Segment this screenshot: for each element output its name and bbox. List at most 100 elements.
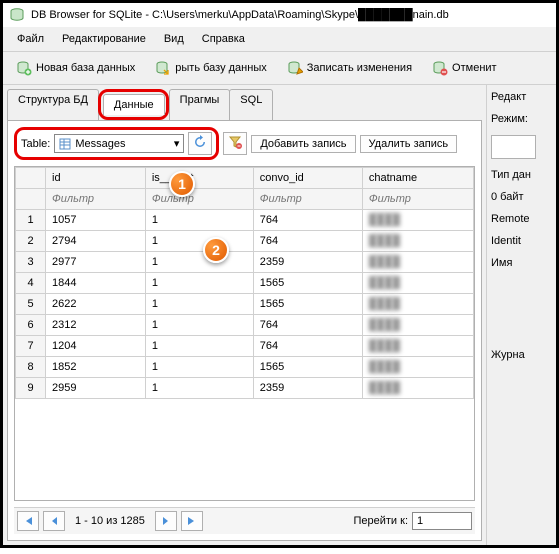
menu-edit[interactable]: Редактирование [54, 31, 154, 47]
refresh-button[interactable] [188, 132, 212, 155]
titlebar: DB Browser for SQLite - C:\Users\merku\A… [3, 3, 556, 27]
cell-id[interactable]: 1844 [46, 273, 146, 294]
nav-last-button[interactable] [181, 511, 203, 531]
col-header-convo[interactable]: convo_id [253, 168, 362, 189]
delete-record-button[interactable]: Удалить запись [360, 135, 458, 153]
tab-pragmas[interactable]: Прагмы [169, 89, 231, 120]
cell-chatname[interactable]: ████ [362, 210, 473, 231]
write-changes-button[interactable]: Записать изменения [280, 56, 419, 80]
add-record-button[interactable]: Добавить запись [251, 135, 355, 153]
right-remote-label: Remote [491, 213, 552, 225]
data-grid: id is___ent convo_id chatname [14, 166, 475, 501]
right-name-label: Имя [491, 257, 552, 269]
cell-convo[interactable]: 1565 [253, 357, 362, 378]
filter-input-id[interactable] [52, 193, 139, 205]
corner-header [16, 168, 46, 189]
cell-id[interactable]: 2622 [46, 294, 146, 315]
cell-chatname[interactable]: ████ [362, 231, 473, 252]
new-database-button[interactable]: Новая база данных [9, 56, 142, 80]
right-edit-box[interactable] [491, 135, 536, 159]
open-database-button[interactable]: рыть базу данных [148, 56, 273, 80]
row-number: 7 [16, 336, 46, 357]
table-row[interactable]: 4184411565████ [16, 273, 474, 294]
cell-convo[interactable]: 2359 [253, 378, 362, 399]
nav-prev-button[interactable] [43, 511, 65, 531]
row-number: 3 [16, 252, 46, 273]
cell-chatname[interactable]: ████ [362, 273, 473, 294]
row-number: 5 [16, 294, 46, 315]
next-icon [161, 516, 171, 526]
menu-file[interactable]: Файл [9, 31, 52, 47]
menu-view[interactable]: Вид [156, 31, 192, 47]
revert-changes-button[interactable]: Отменит [425, 56, 504, 80]
cell-chatname[interactable]: ████ [362, 357, 473, 378]
cell-is[interactable]: 1 [145, 336, 253, 357]
row-number: 4 [16, 273, 46, 294]
col-header-chatname[interactable]: chatname [362, 168, 473, 189]
tabs: Структура БД Данные Прагмы SQL [7, 89, 482, 120]
table-row[interactable]: 110571764████ [16, 210, 474, 231]
clear-filters-button[interactable] [223, 132, 247, 155]
filter-input-is[interactable] [152, 193, 247, 205]
cell-id[interactable]: 1204 [46, 336, 146, 357]
right-size-label: 0 байт [491, 191, 552, 203]
filter-input-convo[interactable] [260, 193, 356, 205]
cell-chatname[interactable]: ████ [362, 315, 473, 336]
cell-is[interactable]: 1 [145, 315, 253, 336]
prev-icon [49, 516, 59, 526]
table-row[interactable]: 5262211565████ [16, 294, 474, 315]
last-icon [186, 515, 198, 527]
cell-is[interactable]: 1 [145, 231, 253, 252]
filter-clear-icon [228, 135, 242, 149]
cell-is[interactable]: 1 [145, 378, 253, 399]
app-icon [9, 7, 25, 23]
cell-convo[interactable]: 764 [253, 315, 362, 336]
table-row[interactable]: 8185211565████ [16, 357, 474, 378]
col-header-id[interactable]: id [46, 168, 146, 189]
cell-id[interactable]: 2312 [46, 315, 146, 336]
table-select[interactable]: Messages ▾ [54, 134, 184, 153]
cell-convo[interactable]: 764 [253, 231, 362, 252]
nav-range: 1 - 10 из 1285 [69, 515, 151, 527]
cell-id[interactable]: 1852 [46, 357, 146, 378]
cell-chatname[interactable]: ████ [362, 294, 473, 315]
cell-chatname[interactable]: ████ [362, 252, 473, 273]
cell-is[interactable]: 1 [145, 294, 253, 315]
table-row[interactable]: 227941764████ [16, 231, 474, 252]
cell-chatname[interactable]: ████ [362, 378, 473, 399]
cell-is[interactable]: 1 [145, 273, 253, 294]
cell-is[interactable]: 1 [145, 210, 253, 231]
first-icon [22, 515, 34, 527]
cell-convo[interactable]: 1565 [253, 273, 362, 294]
table-row[interactable]: 623121764████ [16, 315, 474, 336]
cell-chatname[interactable]: ████ [362, 336, 473, 357]
cell-is[interactable]: 1 [145, 357, 253, 378]
cell-convo[interactable]: 764 [253, 336, 362, 357]
nav-first-button[interactable] [17, 511, 39, 531]
menu-help[interactable]: Справка [194, 31, 253, 47]
cell-convo[interactable]: 2359 [253, 252, 362, 273]
cell-id[interactable]: 2794 [46, 231, 146, 252]
cell-id[interactable]: 1057 [46, 210, 146, 231]
cell-convo[interactable]: 764 [253, 210, 362, 231]
tab-data[interactable]: Данные [103, 94, 165, 115]
record-nav: 1 - 10 из 1285 Перейти к: [14, 507, 475, 534]
cell-id[interactable]: 2959 [46, 378, 146, 399]
table-row[interactable]: 712041764████ [16, 336, 474, 357]
nav-next-button[interactable] [155, 511, 177, 531]
table-selected-name: Messages [75, 138, 125, 150]
table-row[interactable]: 9295912359████ [16, 378, 474, 399]
cell-convo[interactable]: 1565 [253, 294, 362, 315]
filter-input-chatname[interactable] [369, 193, 467, 205]
cell-is[interactable]: 1 [145, 252, 253, 273]
tab-sql[interactable]: SQL [229, 89, 273, 120]
table-label: Table: [21, 138, 50, 150]
chevron-down-icon: ▾ [174, 137, 180, 150]
right-journal-label: Журна [491, 349, 552, 361]
goto-input[interactable] [412, 512, 472, 530]
col-header-is[interactable]: is___ent [145, 168, 253, 189]
cell-id[interactable]: 2977 [46, 252, 146, 273]
tab-structure[interactable]: Структура БД [7, 89, 99, 120]
row-number: 2 [16, 231, 46, 252]
table-row[interactable]: 3297712359████ [16, 252, 474, 273]
